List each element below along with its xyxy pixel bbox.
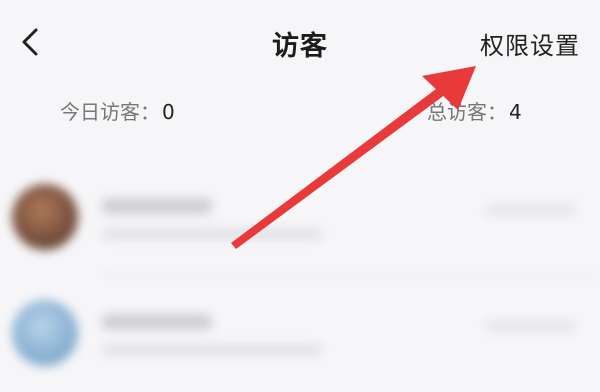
chevron-left-icon (22, 28, 38, 56)
blurred-subtitle (102, 228, 322, 240)
blurred-name (102, 198, 212, 214)
nav-bar: 访客 权限设置 (0, 0, 600, 80)
permission-settings-button[interactable]: 权限设置 (480, 26, 580, 61)
blurred-name (102, 314, 212, 330)
visitor-list (0, 160, 600, 392)
list-item[interactable] (0, 160, 600, 276)
blurred-subtitle (102, 344, 322, 356)
list-item[interactable] (0, 276, 600, 392)
avatar (12, 184, 78, 250)
today-visitors-value: 0 (162, 100, 175, 124)
visitor-stats: 今日访客： 0 总访客： 4 (0, 96, 600, 136)
total-visitors-label: 总访客： (427, 100, 507, 124)
total-visitors-value: 4 (509, 100, 522, 124)
today-visitors: 今日访客： 0 (60, 96, 175, 125)
back-button[interactable] (10, 22, 50, 62)
total-visitors: 总访客： 4 (427, 96, 522, 125)
today-visitors-label: 今日访客： (60, 100, 160, 124)
blurred-time (486, 204, 576, 216)
blurred-time (486, 320, 576, 332)
avatar (12, 300, 78, 366)
